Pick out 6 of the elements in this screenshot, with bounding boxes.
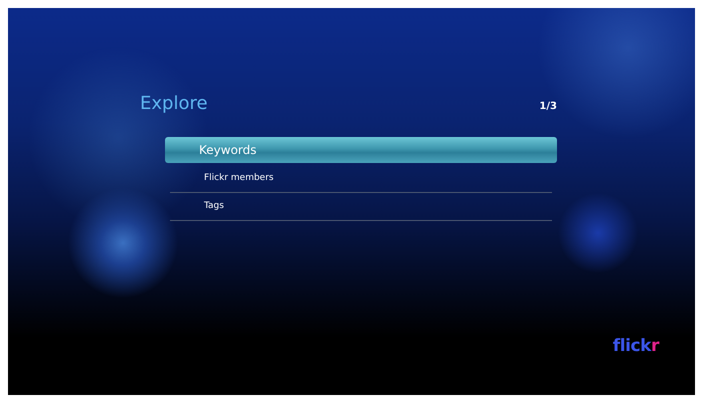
flickr-logo: flickr: [612, 336, 659, 356]
menu-item[interactable]: Flickr members: [170, 165, 552, 193]
screen-title: Explore: [140, 93, 208, 115]
menu-item[interactable]: Tags: [170, 193, 552, 221]
menu-item[interactable]: Keywords: [165, 137, 557, 163]
page-counter: 1/3: [539, 100, 557, 114]
